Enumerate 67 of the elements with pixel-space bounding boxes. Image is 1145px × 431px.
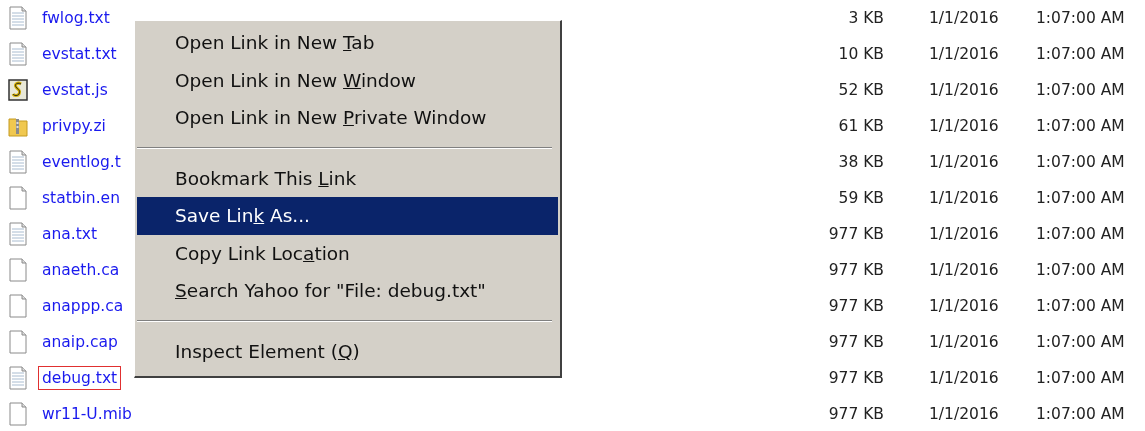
file-time: 1:07:00 AM bbox=[1036, 45, 1126, 63]
file-time: 1:07:00 AM bbox=[1036, 369, 1126, 387]
file-link[interactable]: statbin.en bbox=[38, 186, 124, 210]
menu-item[interactable]: Copy Link Location bbox=[137, 234, 558, 272]
menu-item[interactable]: Search Yahoo for "File: debug.txt" bbox=[137, 272, 558, 310]
file-time: 1:07:00 AM bbox=[1036, 405, 1126, 423]
file-link[interactable]: fwlog.txt bbox=[38, 6, 114, 30]
file-link[interactable]: evstat.js bbox=[38, 78, 112, 102]
file-icon bbox=[8, 186, 28, 210]
file-date: 1/1/2016 bbox=[929, 81, 1000, 99]
file-size: 977 KB bbox=[827, 225, 884, 243]
file-time: 1:07:00 AM bbox=[1036, 189, 1126, 207]
file-icon bbox=[8, 402, 28, 426]
file-date: 1/1/2016 bbox=[929, 45, 1000, 63]
file-time: 1:07:00 AM bbox=[1036, 153, 1126, 171]
text-file-icon bbox=[8, 366, 28, 390]
file-size: 52 KB bbox=[837, 81, 884, 99]
file-date: 1/1/2016 bbox=[929, 153, 1000, 171]
file-date: 1/1/2016 bbox=[929, 405, 1000, 423]
file-date: 1/1/2016 bbox=[929, 9, 1000, 27]
file-size: 38 KB bbox=[837, 153, 884, 171]
menu-item[interactable]: Open Link in New Tab bbox=[137, 24, 558, 62]
file-size: 977 KB bbox=[827, 297, 884, 315]
menu-item[interactable]: Inspect Element (Q) bbox=[137, 332, 558, 370]
file-link[interactable]: eventlog.t bbox=[38, 150, 125, 174]
menu-item[interactable]: Save Link As... bbox=[137, 197, 558, 235]
file-link[interactable]: anappp.ca bbox=[38, 294, 128, 318]
file-time: 1:07:00 AM bbox=[1036, 117, 1126, 135]
file-link[interactable]: anaeth.ca bbox=[38, 258, 124, 282]
file-size: 61 KB bbox=[837, 117, 884, 135]
file-time: 1:07:00 AM bbox=[1036, 333, 1126, 351]
file-size: 977 KB bbox=[827, 405, 884, 423]
text-file-icon bbox=[8, 150, 28, 174]
file-size: 977 KB bbox=[827, 261, 884, 279]
text-file-icon bbox=[8, 222, 28, 246]
text-file-icon bbox=[8, 6, 28, 30]
file-icon bbox=[8, 330, 28, 354]
file-date: 1/1/2016 bbox=[929, 225, 1000, 243]
file-size: 977 KB bbox=[827, 369, 884, 387]
file-time: 1:07:00 AM bbox=[1036, 225, 1126, 243]
script-file-icon bbox=[8, 78, 28, 102]
menu-item[interactable]: Open Link in New Window bbox=[137, 61, 558, 99]
file-icon bbox=[8, 258, 28, 282]
file-icon bbox=[8, 294, 28, 318]
menu-item[interactable]: Open Link in New Private Window bbox=[137, 99, 558, 137]
file-link[interactable]: debug.txt bbox=[38, 366, 122, 390]
file-date: 1/1/2016 bbox=[929, 261, 1000, 279]
file-size: 977 KB bbox=[827, 333, 884, 351]
file-date: 1/1/2016 bbox=[929, 297, 1000, 315]
file-link[interactable]: evstat.txt bbox=[38, 42, 121, 66]
file-date: 1/1/2016 bbox=[929, 369, 1000, 387]
file-date: 1/1/2016 bbox=[929, 189, 1000, 207]
file-link[interactable]: anaip.cap bbox=[38, 330, 122, 354]
file-size: 59 KB bbox=[837, 189, 884, 207]
text-file-icon bbox=[8, 42, 28, 66]
file-time: 1:07:00 AM bbox=[1036, 9, 1126, 27]
file-link[interactable]: privpy.zi bbox=[38, 114, 110, 138]
file-date: 1/1/2016 bbox=[929, 333, 1000, 351]
file-date: 1/1/2016 bbox=[929, 117, 1000, 135]
file-size: 3 KB bbox=[847, 9, 884, 27]
file-size: 10 KB bbox=[837, 45, 884, 63]
file-time: 1:07:00 AM bbox=[1036, 297, 1126, 315]
file-time: 1:07:00 AM bbox=[1036, 81, 1126, 99]
menu-item[interactable]: Bookmark This Link bbox=[137, 159, 558, 197]
file-link[interactable]: ana.txt bbox=[38, 222, 102, 246]
file-time: 1:07:00 AM bbox=[1036, 261, 1126, 279]
file-link[interactable]: wr11-U.mib bbox=[38, 402, 136, 426]
